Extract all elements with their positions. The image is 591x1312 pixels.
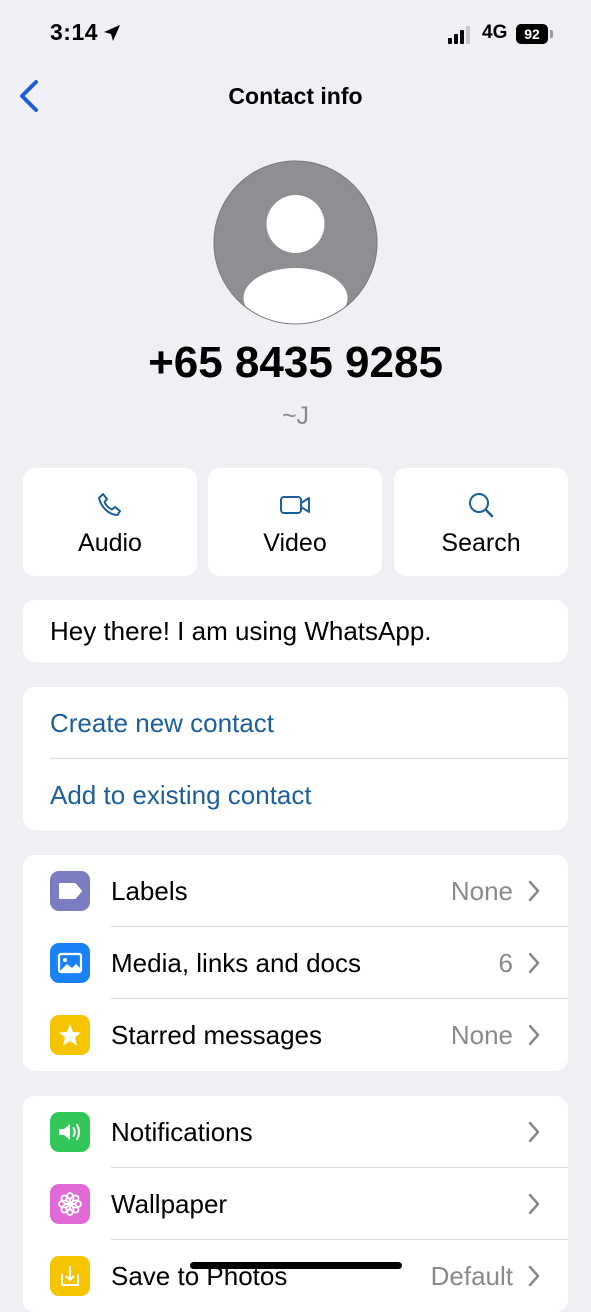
battery-icon: 92	[516, 24, 554, 44]
audio-call-button[interactable]: Audio	[23, 468, 197, 576]
save-to-photos-row[interactable]: Save to Photos Default	[23, 1240, 568, 1312]
create-new-contact-button[interactable]: Create new contact	[23, 687, 568, 758]
label-icon	[50, 871, 90, 911]
chevron-right-icon	[528, 1024, 540, 1046]
video-call-button[interactable]: Video	[208, 468, 382, 576]
labels-label: Labels	[111, 876, 188, 906]
home-indicator[interactable]	[190, 1262, 402, 1269]
starred-value: None	[450, 1020, 513, 1050]
labels-value: None	[450, 876, 513, 906]
video-icon	[280, 496, 310, 514]
wallpaper-row[interactable]: Wallpaper	[23, 1168, 568, 1240]
video-label: Video	[263, 529, 327, 557]
media-count: 6	[498, 948, 513, 978]
status-bar: 3:14 4G 92	[0, 0, 591, 66]
chevron-right-icon	[528, 1193, 540, 1215]
download-icon	[50, 1256, 90, 1296]
cellular-signal-icon	[448, 26, 470, 44]
avatar[interactable]	[213, 160, 378, 325]
notifications-label: Notifications	[111, 1117, 253, 1147]
location-arrow-icon	[104, 25, 120, 41]
flower-icon	[50, 1184, 90, 1224]
phone-icon	[98, 493, 121, 516]
search-button[interactable]: Search	[394, 468, 568, 576]
chevron-right-icon	[528, 1121, 540, 1143]
image-icon	[50, 943, 90, 983]
media-links-docs-row[interactable]: Media, links and docs 6	[23, 927, 568, 999]
labels-row[interactable]: Labels None	[23, 855, 568, 927]
add-to-existing-contact-button[interactable]: Add to existing contact	[23, 759, 568, 830]
page-title: Contact info	[228, 83, 363, 109]
wallpaper-label: Wallpaper	[111, 1189, 228, 1219]
chevron-right-icon	[528, 1265, 540, 1287]
network-type: 4G	[482, 22, 508, 43]
status-time: 3:14	[50, 19, 99, 45]
nav-bar: Contact info	[0, 66, 591, 126]
audio-label: Audio	[78, 529, 142, 557]
about-text: Hey there! I am using WhatsApp.	[50, 616, 432, 646]
search-label: Search	[441, 529, 521, 557]
notifications-row[interactable]: Notifications	[23, 1096, 568, 1168]
create-new-contact-label: Create new contact	[50, 708, 275, 738]
starred-label: Starred messages	[111, 1020, 322, 1050]
save-to-photos-value: Default	[430, 1261, 513, 1291]
add-to-existing-contact-label: Add to existing contact	[50, 780, 312, 810]
battery-level: 92	[516, 24, 548, 44]
contact-actions-card: Create new contact Add to existing conta…	[23, 687, 568, 830]
chevron-right-icon	[528, 952, 540, 974]
search-icon	[469, 493, 494, 518]
contact-username: ~J	[281, 402, 310, 430]
about-card: Hey there! I am using WhatsApp.	[23, 600, 568, 662]
media-label: Media, links and docs	[111, 948, 362, 978]
speaker-icon	[50, 1112, 90, 1152]
chevron-right-icon	[528, 880, 540, 902]
starred-messages-row[interactable]: Starred messages None	[23, 999, 568, 1071]
star-icon	[50, 1015, 90, 1055]
contact-phone: +65 8435 9285	[148, 338, 443, 387]
media-section: Labels None Media, links and docs 6 Star…	[23, 855, 568, 1071]
